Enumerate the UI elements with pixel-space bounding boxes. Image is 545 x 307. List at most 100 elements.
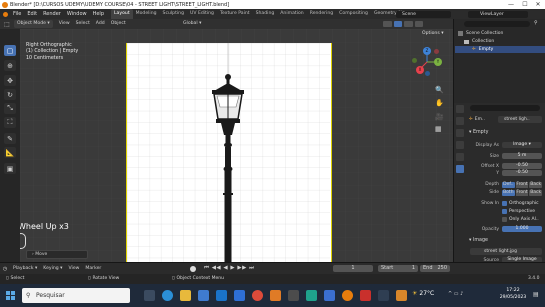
shading-buttons[interactable] bbox=[383, 21, 423, 27]
pan-hand-icon[interactable]: ✋ bbox=[435, 99, 444, 107]
outliner-row-scene-collection[interactable]: Scene Collection bbox=[458, 30, 544, 37]
data-name-field[interactable]: street ligh.. bbox=[498, 116, 542, 123]
menu-edit[interactable]: Edit bbox=[24, 9, 40, 19]
material-shading-icon[interactable] bbox=[404, 21, 413, 27]
tab-sculpting[interactable]: Sculpting bbox=[160, 9, 187, 19]
gizmo-y-axis[interactable]: Y bbox=[434, 58, 442, 66]
outliner-row-collection[interactable]: Collection bbox=[464, 38, 544, 45]
tab-rendering[interactable]: Rendering bbox=[307, 9, 336, 19]
gizmo-neg-y[interactable] bbox=[412, 58, 417, 63]
depth-default-button[interactable]: Def.. bbox=[502, 181, 515, 188]
3d-viewport[interactable]: Right Orthographic (1) Collection | Empt… bbox=[20, 29, 453, 262]
opacity-field[interactable]: 1.000 bbox=[502, 226, 542, 232]
app-icon-dark[interactable] bbox=[378, 290, 389, 301]
app-icon-orange[interactable] bbox=[396, 290, 407, 301]
menu-window[interactable]: Window bbox=[64, 9, 90, 19]
perspective-toggle-icon[interactable]: ▦ bbox=[435, 125, 442, 133]
store-icon[interactable] bbox=[198, 290, 209, 301]
photos-icon[interactable] bbox=[234, 290, 245, 301]
options-dropdown[interactable]: Options ▾ bbox=[422, 31, 444, 36]
offset-x-field[interactable]: -0.50 bbox=[502, 163, 542, 169]
chrome-icon[interactable] bbox=[252, 290, 263, 301]
outliner-row-empty[interactable]: ✛ Empty bbox=[455, 46, 545, 53]
navigation-gizmo[interactable]: Z Y X bbox=[412, 47, 442, 77]
display-as-select[interactable]: Image ▾ bbox=[502, 142, 542, 148]
weather-widget[interactable]: ☀ 27°C bbox=[412, 290, 434, 297]
menu-select[interactable]: Select bbox=[73, 19, 93, 29]
current-frame-field[interactable]: 1 bbox=[333, 265, 373, 272]
measure-icon[interactable]: 📐 bbox=[4, 147, 16, 158]
offset-y-field[interactable]: -0.50 bbox=[502, 170, 542, 176]
tool-tab-icon[interactable] bbox=[456, 105, 464, 113]
menu-view[interactable]: View bbox=[56, 19, 73, 29]
tab-uv-editing[interactable]: UV Editing bbox=[187, 9, 217, 19]
playback-controls[interactable]: ⏮ ◀◀ ◀ ▶ ▶▶ ⏭ bbox=[204, 265, 255, 272]
scale-icon[interactable]: ⤡ bbox=[4, 103, 16, 114]
app-icon-teal[interactable] bbox=[306, 290, 317, 301]
file-explorer-icon[interactable] bbox=[180, 290, 191, 301]
media-player-icon[interactable] bbox=[270, 290, 281, 301]
data-tab-icon[interactable] bbox=[456, 165, 464, 173]
edge-browser-icon[interactable] bbox=[162, 290, 173, 301]
filter-icon[interactable]: ⚲ bbox=[534, 20, 538, 26]
editor-type-icon[interactable]: ⬚ bbox=[0, 19, 14, 29]
start-frame-field[interactable]: Start 1 bbox=[378, 265, 418, 272]
tab-texture-paint[interactable]: Texture Paint bbox=[217, 9, 253, 19]
reference-image-empty[interactable] bbox=[126, 43, 332, 262]
taskbar-clock[interactable]: 17:22 29/05/2023 bbox=[496, 287, 530, 301]
timeline-view-menu[interactable]: View bbox=[66, 264, 83, 274]
rendered-shading-icon[interactable] bbox=[414, 21, 423, 27]
timeline-editor-icon[interactable]: ◷ bbox=[0, 266, 10, 272]
blender-menu-icon[interactable] bbox=[0, 9, 10, 19]
mode-selector[interactable]: Object Mode ▾ bbox=[14, 20, 53, 28]
task-view-icon[interactable] bbox=[144, 290, 155, 301]
gizmo-neg-x[interactable] bbox=[434, 49, 439, 54]
mail-icon[interactable] bbox=[216, 290, 227, 301]
tab-layout[interactable]: Layout bbox=[111, 9, 133, 19]
playback-menu[interactable]: Playback ▾ bbox=[10, 264, 40, 274]
blender-taskbar-icon[interactable] bbox=[342, 290, 353, 301]
section-empty-header[interactable]: ▾ Empty bbox=[469, 130, 488, 135]
move-operator-panel[interactable]: › Move bbox=[26, 250, 88, 259]
camera-view-icon[interactable]: 🎥 bbox=[435, 113, 444, 121]
image-selector[interactable]: street light.jpg bbox=[470, 248, 542, 255]
tab-modeling[interactable]: Modeling bbox=[133, 9, 160, 19]
wireframe-shading-icon[interactable] bbox=[383, 21, 392, 27]
close-button[interactable]: ✕ bbox=[531, 0, 545, 9]
annotate-icon[interactable]: ✎ bbox=[4, 133, 16, 144]
windows-start-icon[interactable] bbox=[6, 291, 15, 300]
rotate-icon[interactable]: ↻ bbox=[4, 89, 16, 100]
orthographic-checkbox[interactable] bbox=[502, 201, 507, 206]
transform-icon[interactable]: ⛶ bbox=[4, 117, 16, 128]
depth-back-button[interactable]: Back bbox=[529, 181, 543, 188]
output-tab-icon[interactable] bbox=[456, 129, 464, 137]
notifications-icon[interactable]: ▤ bbox=[533, 291, 539, 298]
gizmo-neg-z[interactable] bbox=[425, 71, 430, 76]
side-back-button[interactable]: Back bbox=[529, 189, 543, 196]
marker-menu[interactable]: Marker bbox=[82, 264, 104, 274]
orientation-selector[interactable]: Global ▾ bbox=[180, 19, 204, 29]
app-icon-red[interactable] bbox=[360, 290, 371, 301]
render-tab-icon[interactable] bbox=[456, 117, 464, 125]
gizmo-x-axis[interactable]: X bbox=[416, 66, 424, 74]
object-name-field[interactable]: ✛ Em.. bbox=[469, 116, 495, 123]
taskbar-search[interactable]: ⚲ Pesquisar bbox=[22, 288, 130, 303]
menu-object[interactable]: Object bbox=[108, 19, 129, 29]
gizmo-z-axis[interactable]: Z bbox=[423, 47, 431, 55]
side-front-button[interactable]: Front bbox=[515, 189, 529, 196]
end-frame-field[interactable]: End 250 bbox=[420, 265, 450, 272]
cursor-icon[interactable]: ⊕ bbox=[4, 60, 16, 71]
keying-menu[interactable]: Keying ▾ bbox=[40, 264, 65, 274]
section-image-header[interactable]: ▾ Image bbox=[469, 238, 488, 243]
properties-search[interactable] bbox=[470, 105, 540, 111]
maximize-button[interactable]: ☐ bbox=[518, 0, 532, 9]
object-tab-icon[interactable] bbox=[456, 153, 464, 161]
side-both-button[interactable]: Both bbox=[502, 189, 515, 196]
tab-animation[interactable]: Animation bbox=[277, 9, 306, 19]
menu-render[interactable]: Render bbox=[40, 9, 64, 19]
scene-tab-icon[interactable] bbox=[456, 141, 464, 149]
menu-help[interactable]: Help bbox=[90, 9, 107, 19]
tab-shading[interactable]: Shading bbox=[253, 9, 278, 19]
menu-file[interactable]: File bbox=[10, 9, 24, 19]
scene-selector[interactable]: Scene bbox=[396, 10, 451, 18]
